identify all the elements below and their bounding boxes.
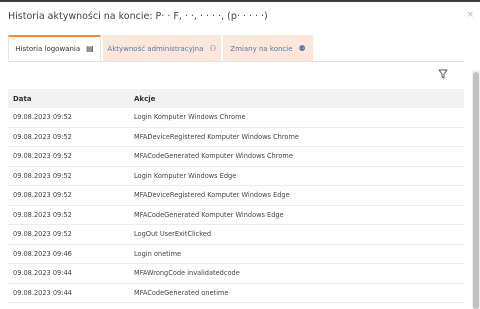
tab-admin-activity[interactable]: Aktywność administracyjna ⚇ (103, 35, 221, 61)
table-row: 09.08.2023 09:46 Login onetime (8, 245, 464, 264)
table-row: 09.08.2023 09:52 MFACodeGenerated Kompute… (8, 206, 464, 225)
table-row: 09.08.2023 09:44 MFACodeGenerated onetime (8, 284, 464, 303)
tab-account-changes[interactable]: Zmiany na koncie ⚉ (223, 35, 313, 61)
tab-bar: Historia logowania ▤ Aktywność administr… (8, 35, 315, 61)
cell-date: 09.08.2023 09:52 (13, 171, 72, 180)
cell-date: 09.08.2023 09:52 (13, 132, 72, 141)
cell-action: LogOut UserExitClicked (134, 230, 212, 239)
users-cog-icon: ⚉ (298, 44, 306, 53)
close-icon[interactable]: × (466, 10, 474, 20)
cell-date: 09.08.2023 09:52 (13, 113, 72, 122)
tab-label: Zmiany na koncie (230, 45, 293, 53)
column-header-date[interactable]: Data (8, 95, 134, 103)
cell-action: MFACodeGenerated Komputer Windows Edge (134, 210, 284, 219)
sitemap-icon: ⚇ (209, 44, 217, 53)
cell-action: MFACodeGenerated onetime (134, 288, 229, 297)
login-history-table: Data Akcje 09.08.2023 09:52 Login Kompute… (8, 89, 464, 303)
tab-label: Aktywność administracyjna (107, 45, 204, 53)
table-row: 09.08.2023 09:52 MFADeviceRegistered Komp… (8, 186, 464, 206)
cell-action: MFADeviceRegistered Komputer Windows Chr… (134, 132, 299, 141)
table-row: 09.08.2023 09:52 Login Komputer Windows E… (8, 167, 464, 186)
tab-divider (8, 61, 464, 62)
tab-label: Historia logowania (15, 45, 81, 53)
cell-date: 09.08.2023 09:46 (13, 249, 72, 258)
cell-date: 09.08.2023 09:52 (13, 230, 72, 239)
cell-date: 09.08.2023 09:44 (13, 288, 72, 297)
clipboard-icon: ▤ (86, 44, 94, 53)
cell-date: 09.08.2023 09:52 (13, 152, 72, 161)
cell-date: 09.08.2023 09:52 (13, 191, 72, 200)
table-header: Data Akcje (8, 89, 464, 108)
filter-icon[interactable] (438, 69, 448, 79)
table-row: 09.08.2023 09:52 Login Komputer Windows C… (8, 108, 464, 128)
cell-action: Login Komputer Windows Edge (134, 171, 237, 180)
cell-action: MFAWrongCode invalidatedcode (134, 269, 240, 278)
cell-date: 09.08.2023 09:44 (13, 269, 72, 278)
table-row: 09.08.2023 09:52 MFADeviceRegistered Komp… (8, 128, 464, 147)
scrollbar-thumb[interactable] (473, 72, 479, 309)
modal-title: Historia aktywności na koncie: P· · F, ·… (8, 11, 268, 22)
modal-header: Historia aktywności na koncie: P· · F, ·… (0, 2, 480, 32)
table-row: 09.08.2023 09:52 LogOut UserExitClicked (8, 225, 464, 245)
cell-action: Login Komputer Windows Chrome (134, 113, 246, 122)
cell-action: Login onetime (134, 249, 182, 258)
table-row: 09.08.2023 09:52 MFACodeGenerated Kompute… (8, 147, 464, 167)
account-activity-modal: Historia aktywności na koncie: P· · F, ·… (0, 2, 480, 309)
tab-login-history[interactable]: Historia logowania ▤ (8, 35, 101, 61)
table-row: 09.08.2023 09:44 MFAWrongCode invalidated… (8, 264, 464, 284)
cell-date: 09.08.2023 09:52 (13, 210, 72, 219)
table-body: 09.08.2023 09:52 Login Komputer Windows C… (8, 108, 464, 303)
column-header-actions[interactable]: Akcje (134, 95, 464, 103)
cell-action: MFACodeGenerated Komputer Windows Chrome (134, 152, 293, 161)
cell-action: MFADeviceRegistered Komputer Windows Edg… (134, 191, 290, 200)
